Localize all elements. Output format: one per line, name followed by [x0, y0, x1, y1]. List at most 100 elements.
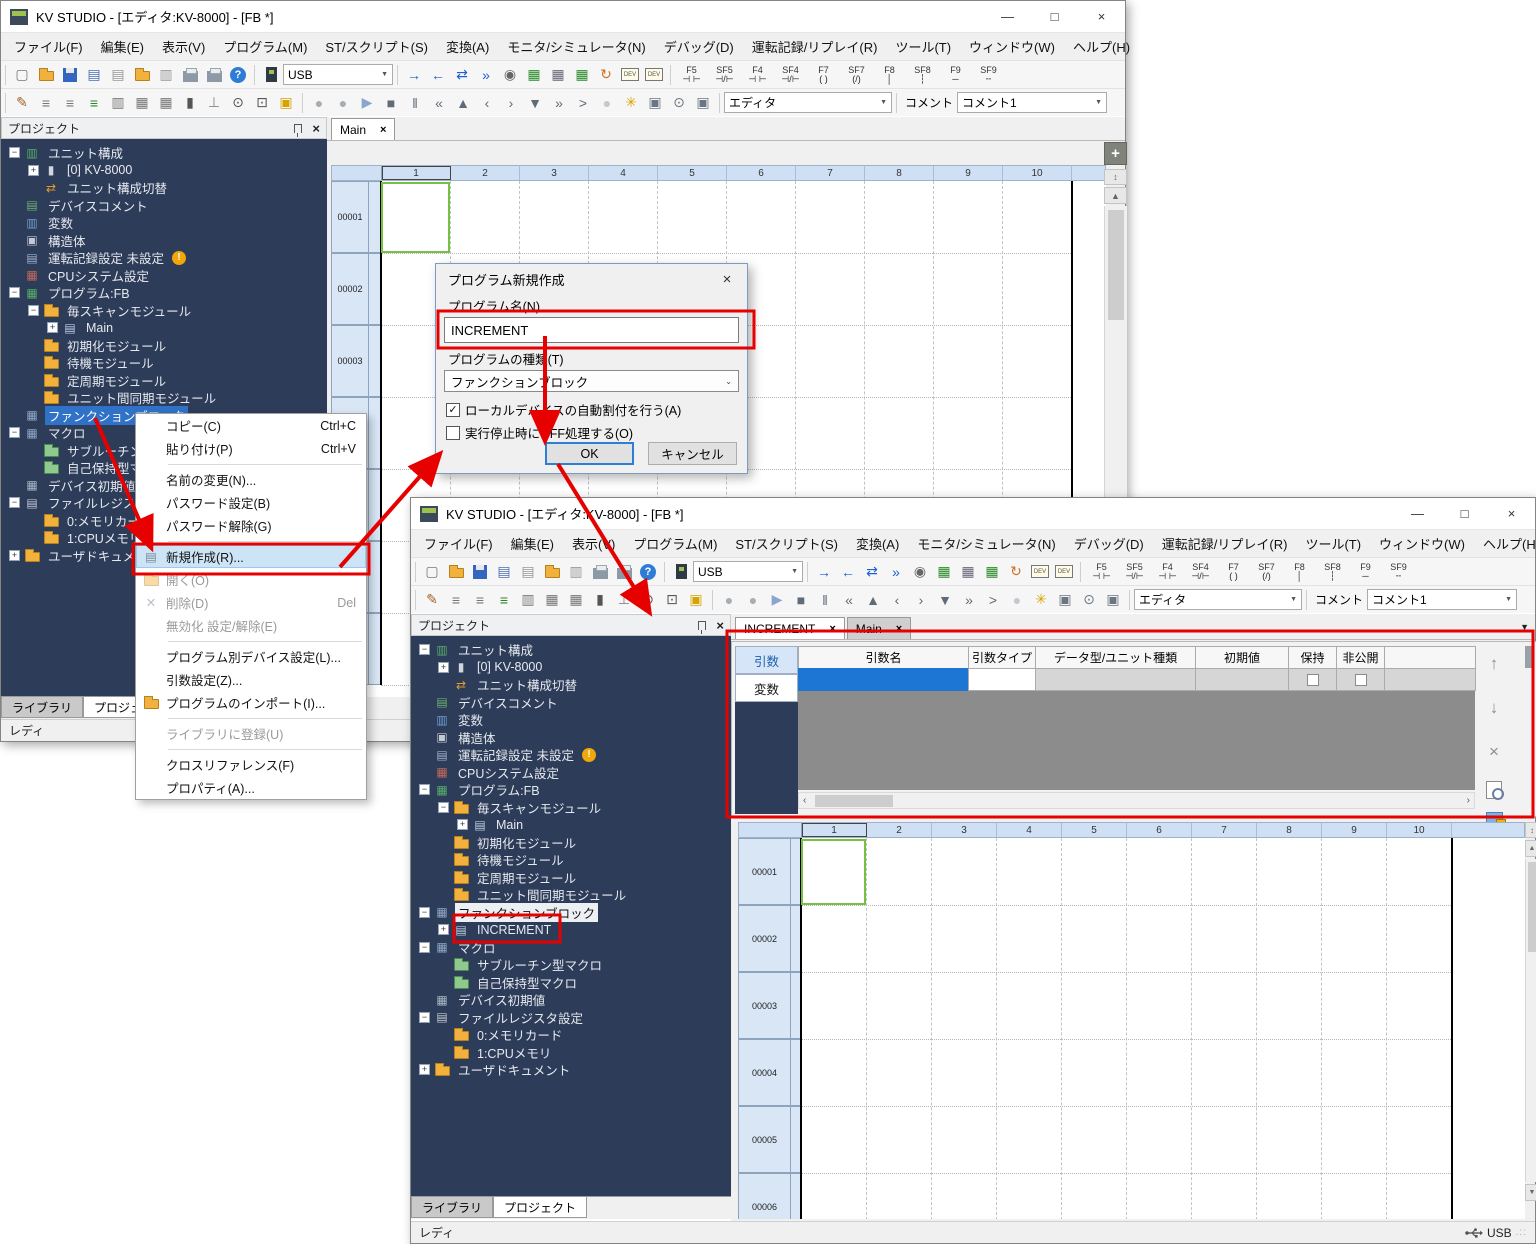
tree-item-row24[interactable]: 1:CPUメモリ — [411, 1044, 731, 1062]
menu-6[interactable]: 変換(A) — [437, 33, 498, 60]
tab-close-icon[interactable]: × — [380, 124, 386, 136]
menu-3[interactable]: 表示(V) — [153, 33, 214, 60]
stopwatch-icon[interactable]: ⊙ — [636, 589, 660, 611]
tree-item-row2[interactable]: +▮[0] KV-8000 — [411, 659, 731, 677]
record-icon[interactable]: ● — [717, 589, 741, 611]
minimize-icon[interactable]: — — [984, 1, 1031, 33]
off-process-checkbox[interactable] — [446, 426, 460, 440]
menu-9[interactable]: 運転記録/リプレイ(R) — [743, 33, 887, 60]
tree-item-row15[interactable]: ユニット間同期モジュール — [411, 886, 731, 904]
tab-main[interactable]: Main× — [847, 617, 911, 639]
scroll-up-button[interactable]: ▲ — [1525, 840, 1536, 857]
step-back-icon[interactable]: ‹ — [885, 589, 909, 611]
ladder-key-f4[interactable]: F4⊣ ⊢ — [741, 63, 774, 87]
step-up-icon[interactable]: ▲ — [861, 589, 885, 611]
tree-item-row1[interactable]: −▥ユニット構成 — [411, 641, 731, 659]
panel-tab-inactive[interactable]: プロジェクト — [493, 1197, 587, 1218]
side-tab-variable[interactable]: 変数 — [735, 674, 798, 702]
ladder-key-sf9[interactable]: SF9╌ — [972, 63, 1005, 87]
edit-list-icon[interactable]: ≡ — [492, 589, 516, 611]
context-menu-item-9[interactable]: 開く(O) — [136, 568, 366, 591]
panel-tab-active[interactable]: ライブラリ — [411, 1197, 493, 1218]
menu-7[interactable]: モニタ/シミュレータ(N) — [498, 33, 654, 60]
tree-item-row10[interactable]: −毎スキャンモジュール — [1, 302, 327, 320]
context-menu-item-11[interactable]: 無効化 設定/解除(E) — [136, 614, 366, 637]
scrollbar-thumb[interactable] — [1528, 862, 1536, 952]
tree-item-row15[interactable]: ユニット間同期モジュール — [1, 389, 327, 407]
ladder-grid[interactable]: 1234567891000001000020000300004000050000… — [738, 822, 1525, 1219]
open-project-icon[interactable] — [444, 561, 468, 583]
delete-row-icon[interactable]: × — [1482, 740, 1506, 764]
menu-10[interactable]: ツール(T) — [886, 33, 960, 60]
tree-item-row12[interactable]: 初期化モジュール — [411, 834, 731, 852]
context-menu-item-19[interactable]: クロスリファレンス(F) — [136, 753, 366, 776]
print-preview-icon[interactable] — [612, 561, 636, 583]
tree-item-row4[interactable]: ▤デバイスコメント — [411, 694, 731, 712]
tree-item-row13[interactable]: 待機モジュール — [411, 851, 731, 869]
scroll-right-icon[interactable]: › — [1467, 795, 1470, 806]
pin-icon[interactable] — [698, 621, 706, 630]
menu-12[interactable]: ヘルプ(H) — [1474, 530, 1536, 557]
play-icon[interactable]: ▶ — [355, 92, 379, 114]
pause-icon[interactable]: ‖ — [403, 92, 427, 114]
communication-refresh-icon[interactable]: ↻ — [594, 64, 618, 86]
tab-close-icon[interactable]: × — [829, 623, 835, 635]
watch-window-icon[interactable]: ▥ — [106, 92, 130, 114]
device-value-edit-icon[interactable]: ▦ — [522, 64, 546, 86]
checkbox-private[interactable] — [1355, 674, 1367, 686]
stopwatch-icon[interactable]: ⊙ — [226, 92, 250, 114]
timer-chart-icon[interactable]: ⊡ — [660, 589, 684, 611]
select-tool-icon[interactable]: ✎ — [420, 589, 444, 611]
tree-item-row14[interactable]: 定周期モジュール — [1, 372, 327, 390]
monitor-start-icon[interactable]: ⇄ — [450, 64, 474, 86]
tree-expander-icon[interactable]: − — [419, 1012, 430, 1023]
monitor-write-icon[interactable]: » — [474, 64, 498, 86]
menu-11[interactable]: ウィンドウ(W) — [960, 33, 1064, 60]
tree-item-row9[interactable]: −▦プログラム:FB — [411, 781, 731, 799]
tree-item-row4[interactable]: ▤デバイスコメント — [1, 197, 327, 215]
tab-increment[interactable]: INCREMENT× — [735, 617, 845, 639]
context-menu-item-15[interactable]: プログラムのインポート(I)... — [136, 691, 366, 714]
menu-3[interactable]: 表示(V) — [563, 530, 624, 557]
save-all-icon[interactable]: ▤ — [492, 561, 516, 583]
selected-cell[interactable] — [801, 839, 866, 905]
tree-item-row9[interactable]: −▦プログラム:FB — [1, 284, 327, 302]
grid-b-icon[interactable]: ▦ — [154, 92, 178, 114]
device-monitor-2-icon[interactable]: DEV — [642, 64, 666, 86]
ladder-key-sf5[interactable]: SF5⊣/⊢ — [708, 63, 741, 87]
program-name-input[interactable]: INCREMENT — [444, 317, 739, 343]
time-chart-icon[interactable]: ⊙ — [1077, 589, 1101, 611]
tree-item-row23[interactable]: 0:メモリカード — [411, 1026, 731, 1044]
instruction-list-icon[interactable]: ≡ — [444, 589, 468, 611]
arg-row-cell-extra[interactable] — [1384, 668, 1476, 691]
menu-8[interactable]: デバッグ(D) — [655, 33, 743, 60]
fast-forward-icon[interactable]: » — [957, 589, 981, 611]
maximize-icon[interactable]: □ — [1441, 498, 1488, 530]
close-icon[interactable]: × — [1488, 498, 1535, 530]
grid-b-icon[interactable]: ▦ — [564, 589, 588, 611]
stop-icon[interactable]: ■ — [379, 92, 403, 114]
maximize-icon[interactable]: □ — [1031, 1, 1078, 33]
device-grid-icon[interactable]: ▦ — [980, 561, 1004, 583]
usb-connection-select[interactable]: USB▼ — [693, 561, 803, 582]
scroll-down-button[interactable]: ▼ — [1525, 1184, 1536, 1201]
ladder-key-sf8[interactable]: SF8┆ — [1316, 560, 1349, 584]
menu-4[interactable]: プログラム(M) — [624, 530, 726, 557]
move-down-icon[interactable]: ↓ — [1482, 696, 1506, 720]
step-forward-icon[interactable]: › — [499, 92, 523, 114]
auto-assign-checkbox[interactable]: ✓ — [446, 403, 460, 417]
ladder-key-f7[interactable]: F7( ) — [1217, 560, 1250, 584]
tree-expander-icon[interactable]: + — [47, 322, 58, 333]
scrollbar-thumb[interactable] — [1108, 210, 1124, 320]
pause-icon[interactable]: ‖ — [813, 589, 837, 611]
step-down-icon[interactable]: ▼ — [933, 589, 957, 611]
advance-icon[interactable]: > — [981, 589, 1005, 611]
comment-select[interactable]: コメント1▼ — [1367, 589, 1517, 610]
ladder-key-f5[interactable]: F5⊣ ⊢ — [675, 63, 708, 87]
ladder-key-sf7[interactable]: SF7(/) — [1250, 560, 1283, 584]
monitor-window-icon[interactable]: ▣ — [1053, 589, 1077, 611]
arg-row-cell-private[interactable] — [1336, 668, 1385, 691]
paste-program-icon[interactable]: ▤ — [516, 561, 540, 583]
device-grid-icon[interactable]: ▦ — [570, 64, 594, 86]
menu-1[interactable]: ファイル(F) — [415, 530, 502, 557]
